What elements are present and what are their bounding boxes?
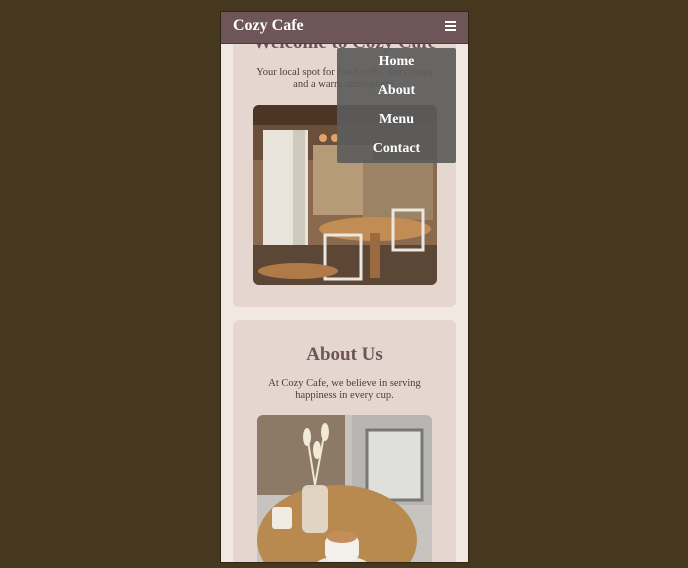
nav-dropdown-menu: Home About Menu Contact	[337, 48, 456, 163]
hamburger-icon[interactable]	[445, 19, 456, 33]
nav-item-contact[interactable]: Contact	[337, 141, 456, 157]
about-section: About Us At Cozy Cafe, we believe in ser…	[233, 320, 456, 562]
device-viewport: Welcome to Cozy Cafe Your local spot for…	[221, 12, 468, 562]
nav-item-home[interactable]: Home	[337, 54, 456, 70]
about-title: About Us	[306, 344, 383, 365]
nav-item-about[interactable]: About	[337, 83, 456, 99]
about-text: At Cozy Cafe, we believe in serving happ…	[268, 378, 421, 401]
top-navbar: Cozy Cafe	[221, 12, 468, 44]
brand-logo[interactable]: Cozy Cafe	[233, 17, 304, 35]
nav-item-menu[interactable]: Menu	[337, 112, 456, 128]
coffee-table-image	[257, 415, 432, 562]
